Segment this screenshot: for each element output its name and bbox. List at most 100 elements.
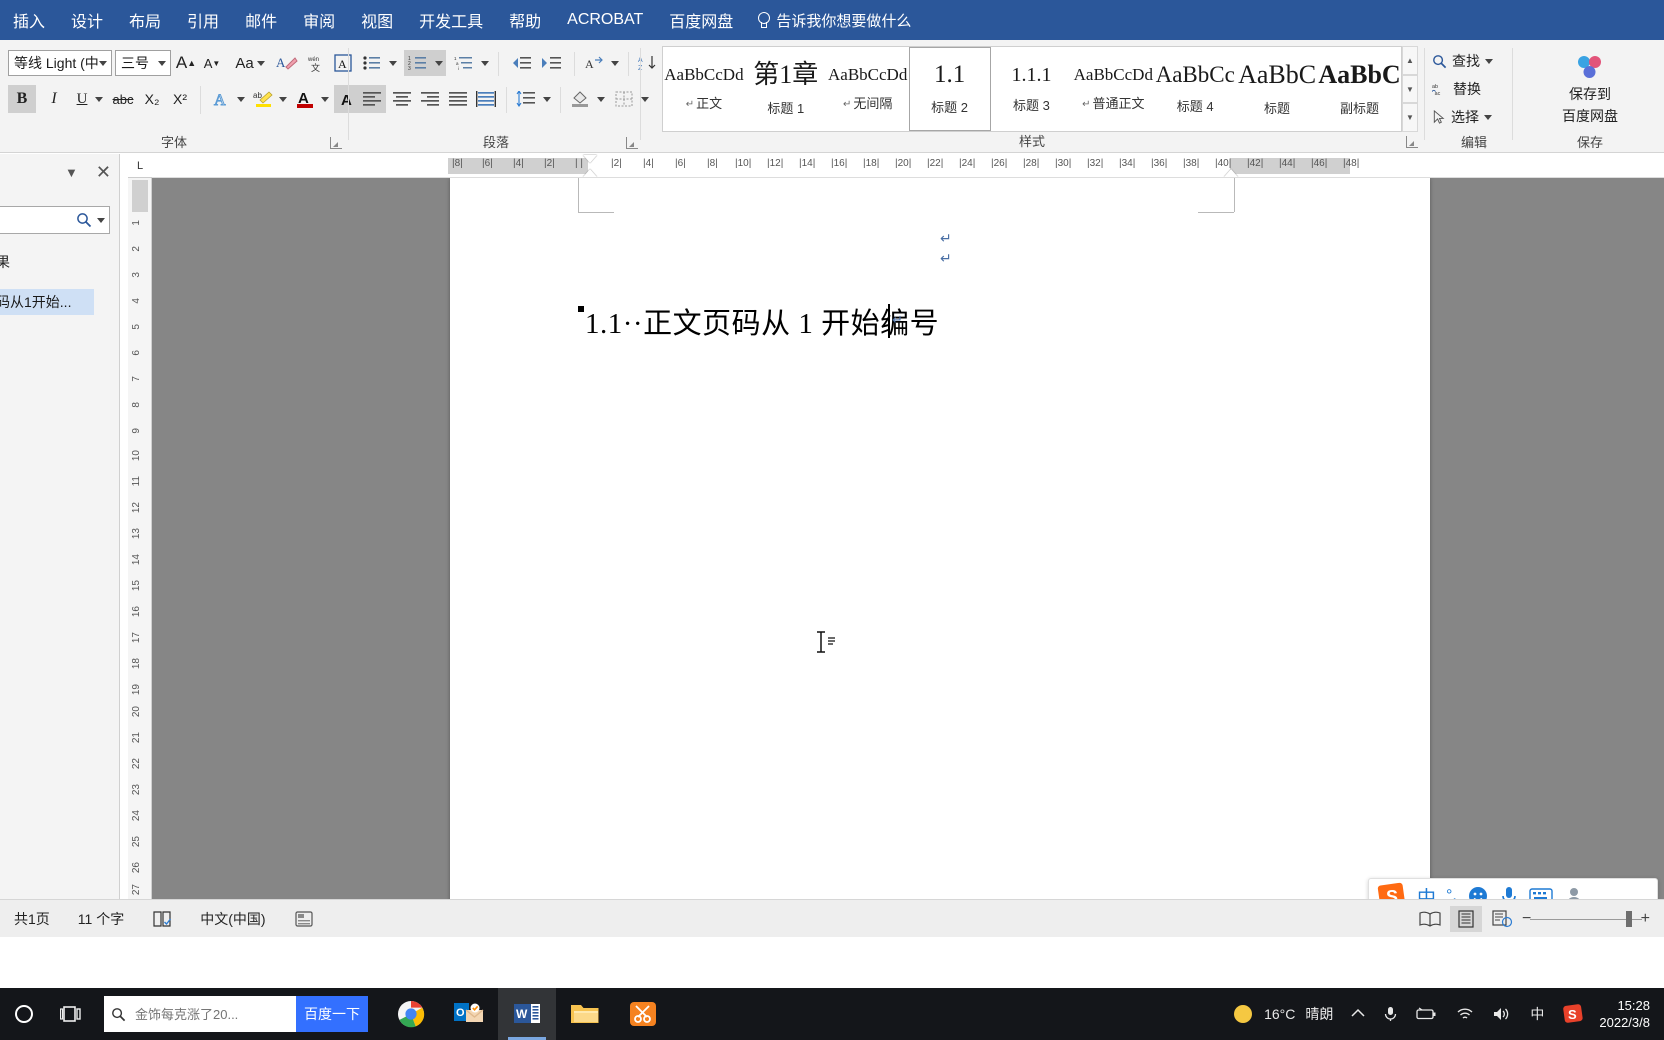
tab-review[interactable]: 审阅 bbox=[290, 0, 348, 40]
status-page-info[interactable]: 共1页 bbox=[0, 909, 64, 929]
document-heading-text[interactable]: 1.1··正文页码从 1 开始编号 bbox=[585, 300, 939, 342]
tab-mailings[interactable]: 邮件 bbox=[232, 0, 290, 40]
multilevel-dropdown[interactable] bbox=[478, 50, 492, 76]
styles-scroll-up-button[interactable]: ▲ bbox=[1402, 46, 1418, 75]
tray-wifi-icon[interactable] bbox=[1447, 988, 1483, 1040]
status-proofing-button[interactable] bbox=[138, 910, 186, 928]
styles-more-button[interactable]: ▼ bbox=[1402, 103, 1418, 133]
zoom-slider-knob[interactable] bbox=[1626, 910, 1632, 927]
style-item-title[interactable]: AaBbC 标题 bbox=[1236, 47, 1318, 131]
taskbar-app-snip[interactable] bbox=[614, 988, 672, 1040]
justify-button[interactable] bbox=[444, 85, 472, 113]
highlight-dropdown[interactable] bbox=[276, 85, 290, 113]
taskbar-search-box[interactable] bbox=[104, 996, 296, 1032]
first-line-indent-marker[interactable] bbox=[583, 155, 597, 163]
cortana-button[interactable] bbox=[0, 988, 48, 1040]
document-page[interactable]: ↵ ↵ 1.1··正文页码从 1 开始编号 ↵ bbox=[450, 178, 1430, 899]
weather-widget[interactable]: 16°C 晴朗 bbox=[1223, 988, 1342, 1040]
shading-dropdown[interactable] bbox=[594, 85, 608, 113]
shrink-font-button[interactable]: A ▼ bbox=[199, 50, 225, 76]
styles-scroll-down-button[interactable]: ▼ bbox=[1402, 74, 1418, 104]
tab-acrobat[interactable]: ACROBAT bbox=[554, 0, 656, 40]
strikethrough-button[interactable]: abc bbox=[108, 85, 138, 113]
taskbar-app-word[interactable]: W bbox=[498, 988, 556, 1040]
taskbar-app-outlook[interactable]: O bbox=[440, 988, 498, 1040]
distribute-button[interactable] bbox=[472, 85, 500, 113]
font-color-dropdown[interactable] bbox=[318, 85, 332, 113]
style-item-plaintext[interactable]: AaBbCcDd ↵ 普通正文 bbox=[1072, 47, 1154, 131]
change-case-button[interactable]: Aa bbox=[231, 50, 269, 76]
pane-options-dropdown[interactable]: ▼ bbox=[65, 165, 78, 180]
view-print-layout-button[interactable] bbox=[1450, 905, 1482, 932]
chinese-layout-button[interactable]: A bbox=[580, 50, 608, 76]
taskbar-search-input[interactable] bbox=[133, 1005, 245, 1023]
view-web-layout-button[interactable] bbox=[1486, 906, 1518, 932]
status-accessibility-button[interactable] bbox=[280, 910, 328, 928]
italic-button[interactable]: I bbox=[40, 85, 68, 113]
replace-button[interactable]: ab ac 替换 bbox=[1432, 76, 1516, 102]
zoom-slider[interactable]: − + bbox=[1522, 906, 1650, 932]
document-canvas[interactable]: ↵ ↵ 1.1··正文页码从 1 开始编号 ↵ bbox=[152, 178, 1664, 899]
tray-ime-language[interactable]: 中 bbox=[1521, 988, 1553, 1040]
bold-button[interactable]: B bbox=[8, 85, 36, 113]
tray-battery-icon[interactable] bbox=[1407, 988, 1447, 1040]
shading-button[interactable] bbox=[566, 85, 594, 113]
find-button[interactable]: 查找 bbox=[1432, 48, 1516, 74]
bullets-button[interactable] bbox=[358, 50, 386, 76]
decrease-indent-button[interactable] bbox=[506, 50, 536, 76]
increase-indent-button[interactable] bbox=[536, 50, 566, 76]
select-button[interactable]: 选择 bbox=[1432, 104, 1516, 130]
tab-help[interactable]: 帮助 bbox=[496, 0, 554, 40]
hanging-indent-marker[interactable] bbox=[583, 169, 597, 177]
tab-references[interactable]: 引用 bbox=[174, 0, 232, 40]
bullets-dropdown[interactable] bbox=[386, 50, 400, 76]
style-item-nospacing[interactable]: AaBbCcDd ↵ 无间隔 bbox=[827, 47, 909, 131]
style-item-heading4[interactable]: AaBbCc 标题 4 bbox=[1154, 47, 1236, 131]
borders-button[interactable] bbox=[610, 85, 638, 113]
line-spacing-dropdown[interactable] bbox=[540, 85, 554, 113]
tray-sogou-icon[interactable]: S bbox=[1553, 988, 1593, 1040]
styles-gallery[interactable]: AaBbCcDd ↵ 正文 第1章 标题 1 AaBbCcDd ↵ 无间隔 1.1 … bbox=[662, 46, 1402, 132]
save-to-netdisk-button[interactable]: 保存到 百度网盘 bbox=[1520, 46, 1660, 132]
text-highlight-button[interactable]: ab bbox=[250, 85, 276, 113]
numbering-dropdown[interactable] bbox=[432, 50, 446, 76]
sort-button[interactable]: A Z bbox=[634, 50, 662, 76]
multilevel-list-button[interactable]: 1 a i bbox=[450, 50, 478, 76]
tab-baidu-netdisk[interactable]: 百度网盘 bbox=[656, 0, 746, 40]
task-view-button[interactable] bbox=[48, 988, 96, 1040]
styles-dialog-launcher[interactable] bbox=[1406, 136, 1418, 148]
underline-dropdown[interactable] bbox=[92, 85, 106, 113]
tab-developer[interactable]: 开发工具 bbox=[406, 0, 496, 40]
taskbar-app-explorer[interactable] bbox=[556, 988, 614, 1040]
text-effects-dropdown[interactable] bbox=[234, 85, 248, 113]
status-word-count[interactable]: 11 个字 bbox=[64, 909, 138, 929]
view-read-mode-button[interactable] bbox=[1414, 906, 1446, 932]
font-name-combo[interactable]: 等线 Light (中 bbox=[8, 50, 112, 76]
superscript-button[interactable]: X² bbox=[166, 85, 194, 113]
style-item-subtitle[interactable]: AaBbC 副标题 bbox=[1318, 47, 1401, 131]
tab-layout[interactable]: 布局 bbox=[116, 0, 174, 40]
clear-formatting-button[interactable]: A bbox=[272, 50, 302, 76]
text-effects-button[interactable]: A bbox=[208, 85, 234, 113]
asian-layout-dropdown[interactable] bbox=[608, 50, 622, 76]
phonetic-guide-button[interactable]: wén 文 bbox=[303, 50, 329, 76]
tray-volume-icon[interactable] bbox=[1483, 988, 1521, 1040]
chevron-down-icon[interactable] bbox=[99, 60, 107, 66]
taskbar-app-chrome[interactable] bbox=[382, 988, 440, 1040]
status-language[interactable]: 中文(中国) bbox=[186, 909, 279, 929]
style-item-heading3[interactable]: 1.1.1 标题 3 bbox=[991, 47, 1073, 131]
tell-me-box[interactable]: 告诉我你想要做什么 bbox=[746, 10, 911, 31]
align-right-button[interactable] bbox=[416, 85, 444, 113]
tab-insert[interactable]: 插入 bbox=[0, 0, 58, 40]
baidu-search-button[interactable]: 百度一下 bbox=[296, 996, 368, 1032]
chevron-down-icon[interactable] bbox=[158, 60, 166, 66]
font-dialog-launcher[interactable] bbox=[330, 137, 342, 149]
chevron-down-icon[interactable] bbox=[1485, 58, 1493, 64]
tab-view[interactable]: 视图 bbox=[348, 0, 406, 40]
search-options-dropdown[interactable] bbox=[97, 217, 105, 223]
navigation-result-item[interactable]: 页码从1开始... bbox=[0, 289, 94, 315]
style-item-zhengwen[interactable]: AaBbCcDd ↵ 正文 bbox=[663, 47, 745, 131]
search-icon[interactable] bbox=[76, 212, 92, 228]
chevron-down-icon[interactable] bbox=[1484, 114, 1492, 120]
close-icon[interactable]: ✕ bbox=[96, 162, 111, 183]
